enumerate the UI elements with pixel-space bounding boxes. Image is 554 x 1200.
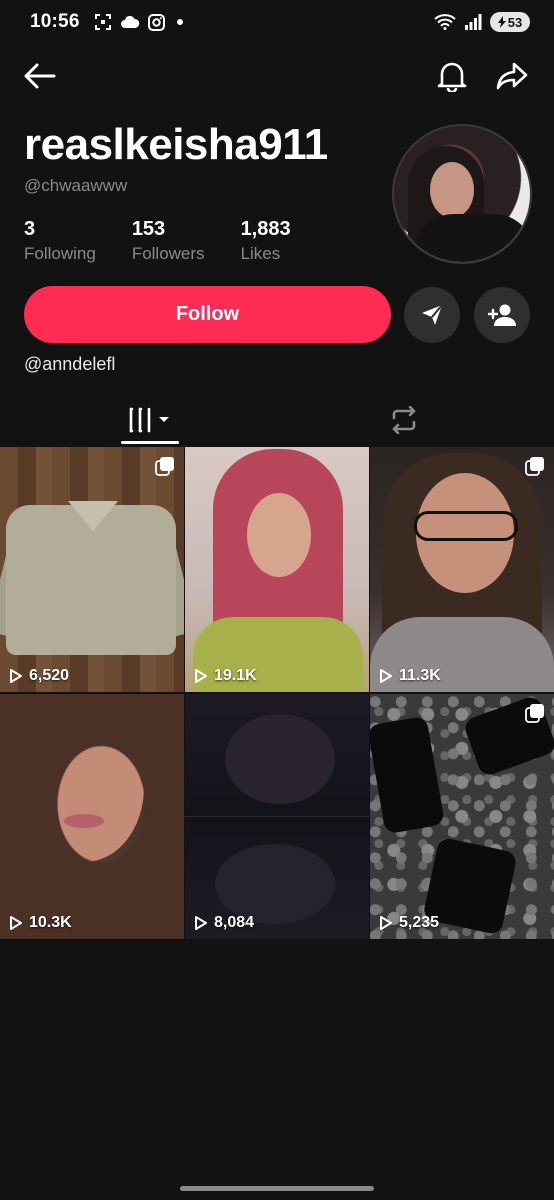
- share-button[interactable]: [492, 56, 532, 96]
- play-icon: [10, 916, 22, 930]
- repost-icon: [392, 406, 416, 434]
- screenshot-icon: [94, 14, 111, 30]
- play-icon: [10, 669, 22, 683]
- grid-bars-icon: [129, 407, 169, 433]
- video-thumbnail[interactable]: 10.3K: [0, 694, 184, 939]
- video-grid: 6,520 19.1K 11.3K 10.3K 8,084 5,235: [0, 447, 554, 939]
- signal-icon: [465, 14, 482, 30]
- more-notifications-dot: [176, 19, 183, 25]
- message-button[interactable]: [404, 287, 460, 343]
- video-thumbnail[interactable]: 19.1K: [185, 447, 369, 692]
- notification-icons: [94, 13, 183, 31]
- profile-stats: 3 Following 153 Followers 1,883 Likes: [24, 218, 327, 264]
- send-icon: [422, 304, 443, 325]
- stat-followers[interactable]: 153 Followers: [132, 218, 205, 264]
- home-indicator[interactable]: [180, 1186, 374, 1191]
- play-icon: [195, 669, 207, 683]
- add-user-icon: [488, 304, 516, 326]
- view-count: 10.3K: [9, 914, 72, 932]
- view-count: 6,520: [9, 667, 69, 685]
- battery-indicator: 53: [490, 12, 530, 32]
- back-button[interactable]: [20, 56, 60, 96]
- bell-icon: [437, 62, 467, 92]
- multi-image-icon: [155, 457, 174, 476]
- battery-level: 53: [507, 14, 523, 30]
- stat-likes[interactable]: 1,883 Likes: [241, 218, 291, 264]
- profile-display-name: reaslkeisha911: [24, 120, 328, 169]
- wifi-icon: [434, 14, 456, 30]
- cloud-icon: [120, 15, 139, 28]
- video-thumbnail[interactable]: 5,235: [370, 694, 554, 939]
- share-arrow-icon: [496, 62, 528, 90]
- view-count: 11.3K: [379, 667, 441, 685]
- play-icon: [195, 916, 207, 930]
- active-tab-indicator: [121, 441, 179, 444]
- stat-following[interactable]: 3 Following: [24, 218, 96, 264]
- video-thumbnail[interactable]: 11.3K: [370, 447, 554, 692]
- play-icon: [380, 916, 392, 930]
- stat-label: Likes: [240, 244, 281, 263]
- view-count: 19.1K: [194, 667, 257, 685]
- multi-image-icon: [525, 704, 544, 723]
- stat-value: 1,883: [240, 218, 291, 240]
- play-icon: [380, 669, 392, 683]
- profile-tabs: [0, 394, 554, 446]
- suggested-accounts-button[interactable]: [474, 287, 530, 343]
- bio-link[interactable]: @anndelefl: [24, 354, 115, 375]
- status-bar: 10:56 53: [0, 0, 554, 44]
- stat-value: 3: [24, 218, 36, 240]
- stat-label: Followers: [131, 244, 205, 263]
- charging-bolt-icon: [497, 16, 506, 28]
- video-thumbnail[interactable]: 6,520: [0, 447, 184, 692]
- video-thumbnail[interactable]: 8,084: [185, 694, 369, 939]
- multi-image-icon: [525, 457, 544, 476]
- instagram-icon: [147, 13, 165, 31]
- stat-value: 153: [131, 218, 166, 240]
- view-count: 8,084: [194, 914, 254, 932]
- system-icons: 53: [434, 12, 530, 32]
- status-time: 10:56: [30, 11, 80, 32]
- avatar[interactable]: [392, 124, 532, 264]
- arrow-left-icon: [24, 63, 56, 89]
- tab-reposts[interactable]: [374, 394, 434, 446]
- stat-label: Following: [24, 244, 96, 263]
- tab-videos[interactable]: [120, 394, 180, 446]
- profile-handle: @chwaawww: [24, 176, 128, 195]
- notifications-button[interactable]: [432, 56, 472, 96]
- view-count: 5,235: [379, 914, 439, 932]
- follow-button[interactable]: Follow: [24, 286, 391, 343]
- top-nav: [0, 52, 554, 100]
